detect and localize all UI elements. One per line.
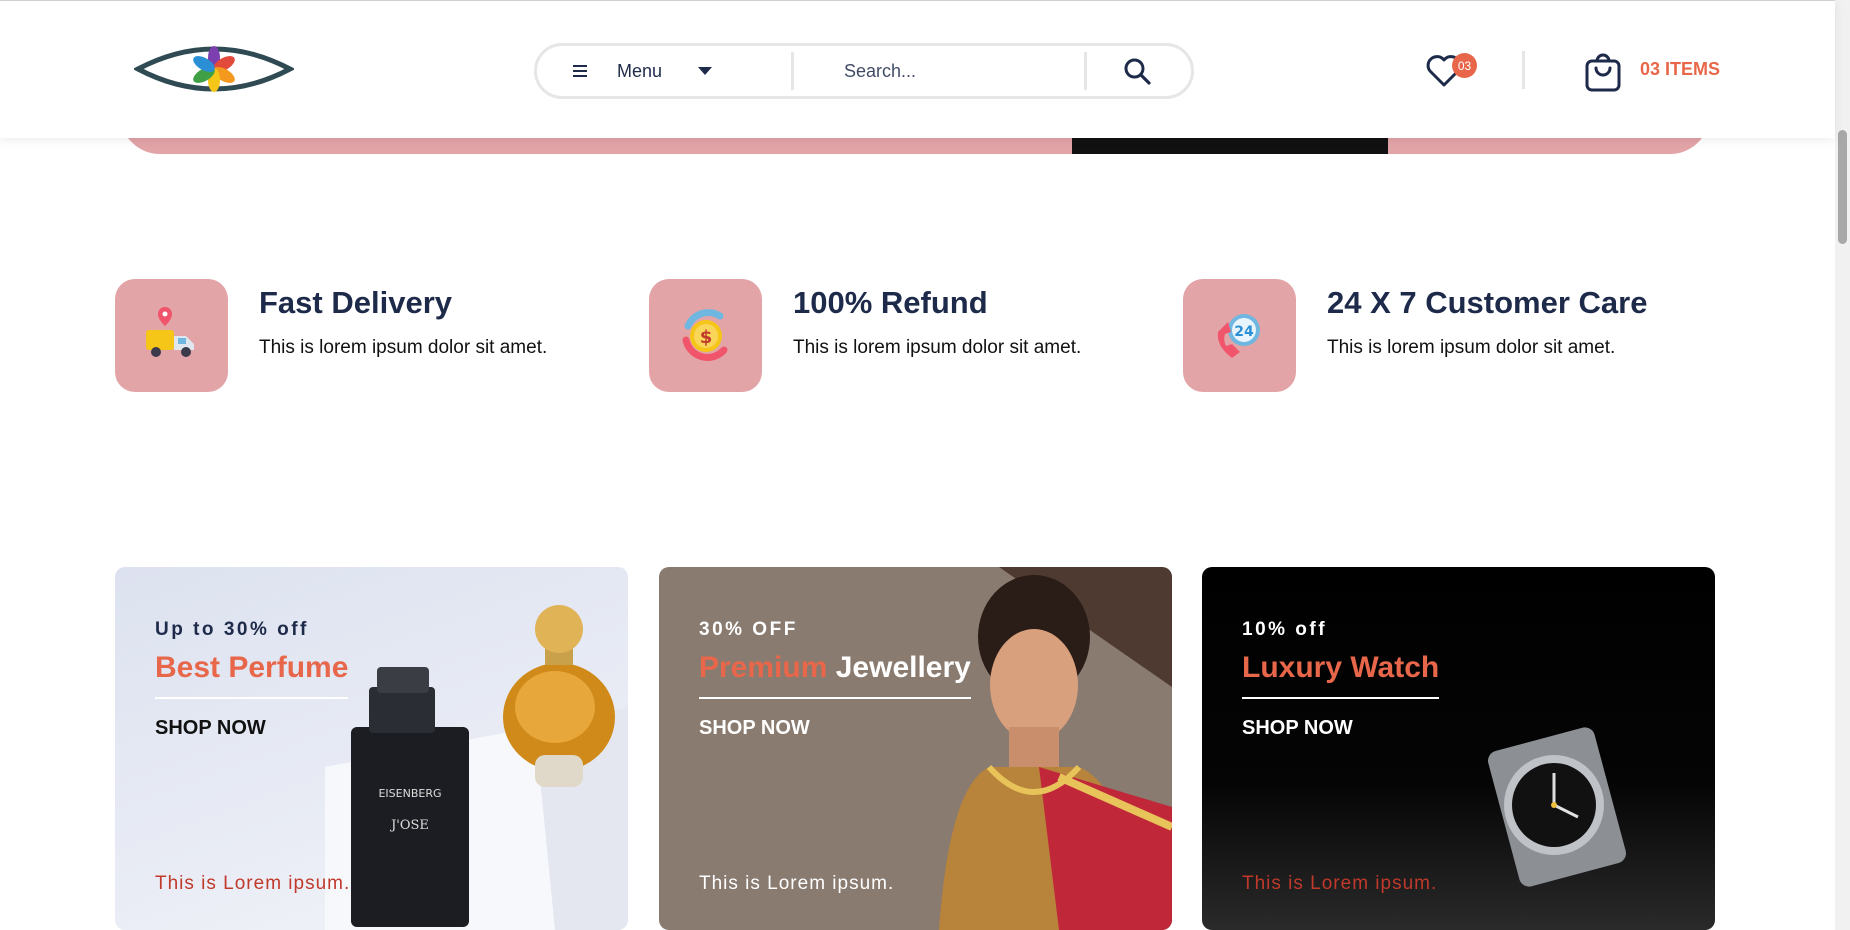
- feature-text: This is lorem ipsum dolor sit amet.: [259, 337, 548, 358]
- shop-now-link[interactable]: SHOP NOW: [155, 717, 266, 740]
- promo-footer-text: This is Lorem ipsum.: [1242, 873, 1438, 894]
- chevron-down-icon: [698, 67, 713, 75]
- delivery-truck-icon: [145, 306, 194, 357]
- promo-title-rest: Jewellery: [835, 651, 971, 684]
- feature-icon-tile: 24: [1183, 279, 1296, 392]
- site-header: Menu 03 03 ITEMS: [0, 0, 1835, 138]
- promo-footer-text: This is Lorem ipsum.: [155, 873, 351, 894]
- svg-text:J'OSE: J'OSE: [389, 818, 429, 833]
- promo-card-watch[interactable]: 10% off Luxury Watch SHOP NOW This is Lo…: [1202, 567, 1715, 930]
- shopping-bag-icon: [1585, 53, 1621, 92]
- promo-card-perfume[interactable]: EISENBERG J'OSE Up to 30% off Best Perfu…: [115, 567, 628, 930]
- search-button[interactable]: [1087, 46, 1187, 96]
- promo-card-jewellery[interactable]: 30% OFF Premium Jewellery SHOP NOW This …: [659, 567, 1172, 930]
- feature-text: This is lorem ipsum dolor sit amet.: [793, 337, 1082, 358]
- promo-title-accent: Luxury Watch: [1242, 651, 1440, 684]
- svg-text:24: 24: [1234, 324, 1254, 340]
- promo-eyebrow: Up to 30% off: [155, 619, 309, 640]
- hamburger-icon: [573, 65, 587, 77]
- feature-icon-tile: $: [649, 279, 762, 392]
- promo-title-accent: Premium: [699, 651, 828, 684]
- promo-title-accent: Best Perfume: [155, 651, 349, 684]
- header-divider: [1522, 51, 1525, 89]
- feature-icon-tile: [115, 279, 228, 392]
- customer-care-24-icon: 24: [1217, 313, 1260, 358]
- search-icon: [1124, 58, 1151, 85]
- feature-title: 24 X 7 Customer Care: [1327, 285, 1648, 320]
- cart-button[interactable]: [1582, 51, 1624, 93]
- scrollbar-thumb[interactable]: [1838, 130, 1847, 244]
- promo-title: Best Perfume: [155, 651, 349, 699]
- search-input[interactable]: [794, 60, 1084, 82]
- menu-dropdown[interactable]: Menu: [537, 46, 791, 96]
- page-scrollbar[interactable]: [1835, 0, 1850, 930]
- promo-eyebrow: 30% OFF: [699, 619, 798, 640]
- wishlist-count-badge: 03: [1452, 53, 1477, 78]
- promo-eyebrow: 10% off: [1242, 619, 1328, 640]
- menu-label: Menu: [617, 60, 663, 81]
- promo-title: Luxury Watch: [1242, 651, 1440, 699]
- cart-items-label[interactable]: 03 ITEMS: [1640, 59, 1720, 80]
- svg-text:EISENBERG: EISENBERG: [378, 787, 441, 800]
- refund-coin-icon: $: [682, 308, 727, 361]
- shop-now-link[interactable]: SHOP NOW: [699, 717, 810, 740]
- feature-text: This is lorem ipsum dolor sit amet.: [1327, 337, 1616, 358]
- promo-title: Premium Jewellery: [699, 651, 971, 699]
- svg-text:$: $: [699, 327, 712, 348]
- feature-title: Fast Delivery: [259, 285, 452, 320]
- search-bar: Menu: [534, 43, 1194, 99]
- feature-title: 100% Refund: [793, 285, 988, 320]
- shop-now-link[interactable]: SHOP NOW: [1242, 717, 1353, 740]
- promo-footer-text: This is Lorem ipsum.: [699, 873, 895, 894]
- site-logo[interactable]: [132, 41, 296, 97]
